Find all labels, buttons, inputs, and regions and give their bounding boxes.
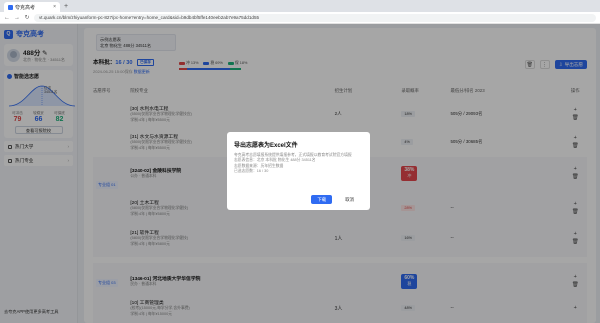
download-button[interactable]: 下载 [311, 195, 333, 204]
browser-tab-title: 夸克高考 [15, 4, 36, 11]
export-dialog: 导出志愿表为Excel文件 夸克高考志愿填报系统提供填报参考，正式填报以教育考试… [227, 132, 370, 210]
dialog-title: 导出志愿表为Excel文件 [234, 143, 298, 149]
reload-icon[interactable]: ↻ [24, 14, 30, 21]
address-bar: ← → ↻ vt.quark.cn/blm/zhiyuanform-pc-827… [0, 12, 600, 24]
browser-tabbar: 夸克高考 × + [0, 0, 600, 12]
browser-tab[interactable]: 夸克高考 × [4, 2, 60, 12]
dialog-desc: 夸克高考志愿填报系统提供填报参考，正式填报以教育考试院官方填报 志愿表信息：北京… [234, 153, 352, 174]
forward-icon[interactable]: → [14, 15, 20, 21]
quark-favicon-icon [8, 4, 13, 10]
close-tab-icon[interactable]: × [53, 4, 56, 10]
back-icon[interactable]: ← [4, 15, 10, 21]
new-tab-icon[interactable]: + [64, 2, 68, 12]
cancel-button[interactable]: 取消 [339, 195, 360, 204]
url-field[interactable]: vt.quark.cn/blm/zhiyuanform-pc-827/pc-ho… [34, 13, 596, 22]
